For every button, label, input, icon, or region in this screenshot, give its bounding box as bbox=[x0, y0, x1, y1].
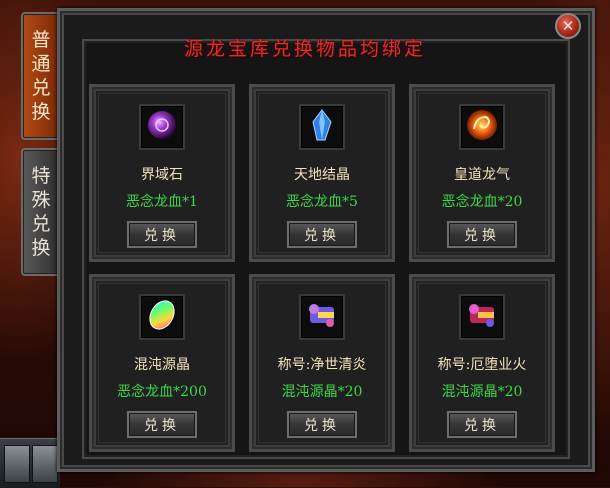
exchange-button[interactable]: 兑换 bbox=[127, 411, 197, 438]
item-name: 皇道龙气 bbox=[454, 167, 510, 183]
exchange-button[interactable]: 兑换 bbox=[127, 221, 197, 248]
blue-title-scroll-icon bbox=[304, 297, 340, 337]
blue-crystal-icon bbox=[304, 107, 340, 147]
item-cost: 恶念龙血*5 bbox=[286, 194, 358, 210]
item-name: 天地结晶 bbox=[294, 167, 350, 183]
fire-swirl-icon bbox=[464, 107, 500, 147]
exchange-card: 皇道龙气恶念龙血*20 兑换 bbox=[409, 84, 555, 262]
item-slot[interactable] bbox=[139, 104, 185, 150]
tab-label: 特殊兑换 bbox=[23, 150, 59, 274]
tab-label-char: 换 bbox=[31, 237, 51, 259]
red-title-scroll-icon bbox=[464, 297, 500, 337]
item-slot[interactable] bbox=[299, 294, 345, 340]
tab-label-char: 兑 bbox=[31, 213, 51, 235]
exchange-card: 混沌源晶恶念龙血*200 兑换 bbox=[89, 274, 235, 452]
tab-normal-exchange[interactable]: 普通兑换 bbox=[21, 12, 59, 140]
item-name: 称号:净世清炎 bbox=[277, 357, 367, 373]
exchange-card: 界域石恶念龙血*1 兑换 bbox=[89, 84, 235, 262]
tab-label: 普通兑换 bbox=[23, 14, 59, 138]
tab-label-char: 特 bbox=[31, 165, 51, 187]
tab-special-exchange[interactable]: 特殊兑换 bbox=[21, 148, 59, 276]
item-slot[interactable] bbox=[459, 294, 505, 340]
item-slot[interactable] bbox=[459, 104, 505, 150]
rainbow-gem-icon bbox=[144, 297, 180, 337]
exchange-button[interactable]: 兑换 bbox=[447, 411, 517, 438]
tab-label-char: 殊 bbox=[31, 189, 51, 211]
item-cost: 混沌源晶*20 bbox=[281, 384, 363, 400]
exchange-card: 天地结晶恶念龙血*5 兑换 bbox=[249, 84, 395, 262]
purple-orb-icon bbox=[144, 107, 180, 147]
item-name: 界域石 bbox=[141, 167, 183, 183]
item-cost: 恶念龙血*20 bbox=[441, 194, 523, 210]
item-name: 称号:厄堕业火 bbox=[437, 357, 527, 373]
close-icon: ✕ bbox=[561, 17, 575, 35]
exchange-card: 称号:净世清炎 混沌源晶*20 兑换 bbox=[249, 274, 395, 452]
item-slot[interactable] bbox=[139, 294, 185, 340]
tab-label-char: 兑 bbox=[31, 77, 51, 99]
close-button[interactable]: ✕ bbox=[555, 13, 581, 39]
skill-icon[interactable] bbox=[4, 445, 30, 483]
exchange-card: 称号:厄堕业火 混沌源晶*20 兑换 bbox=[409, 274, 555, 452]
tab-label-char: 换 bbox=[31, 101, 51, 123]
item-cost: 恶念龙血*200 bbox=[117, 384, 207, 400]
exchange-button[interactable]: 兑换 bbox=[287, 411, 357, 438]
item-cost: 混沌源晶*20 bbox=[441, 384, 523, 400]
item-name: 混沌源晶 bbox=[134, 357, 190, 373]
item-cost: 恶念龙血*1 bbox=[126, 194, 198, 210]
exchange-button[interactable]: 兑换 bbox=[287, 221, 357, 248]
item-slot[interactable] bbox=[299, 104, 345, 150]
skill-icon[interactable] bbox=[32, 445, 58, 483]
panel-title: 源龙宝库兑换物品均绑定 bbox=[183, 38, 426, 60]
skill-bar-fragment bbox=[0, 438, 60, 488]
exchange-button[interactable]: 兑换 bbox=[447, 221, 517, 248]
